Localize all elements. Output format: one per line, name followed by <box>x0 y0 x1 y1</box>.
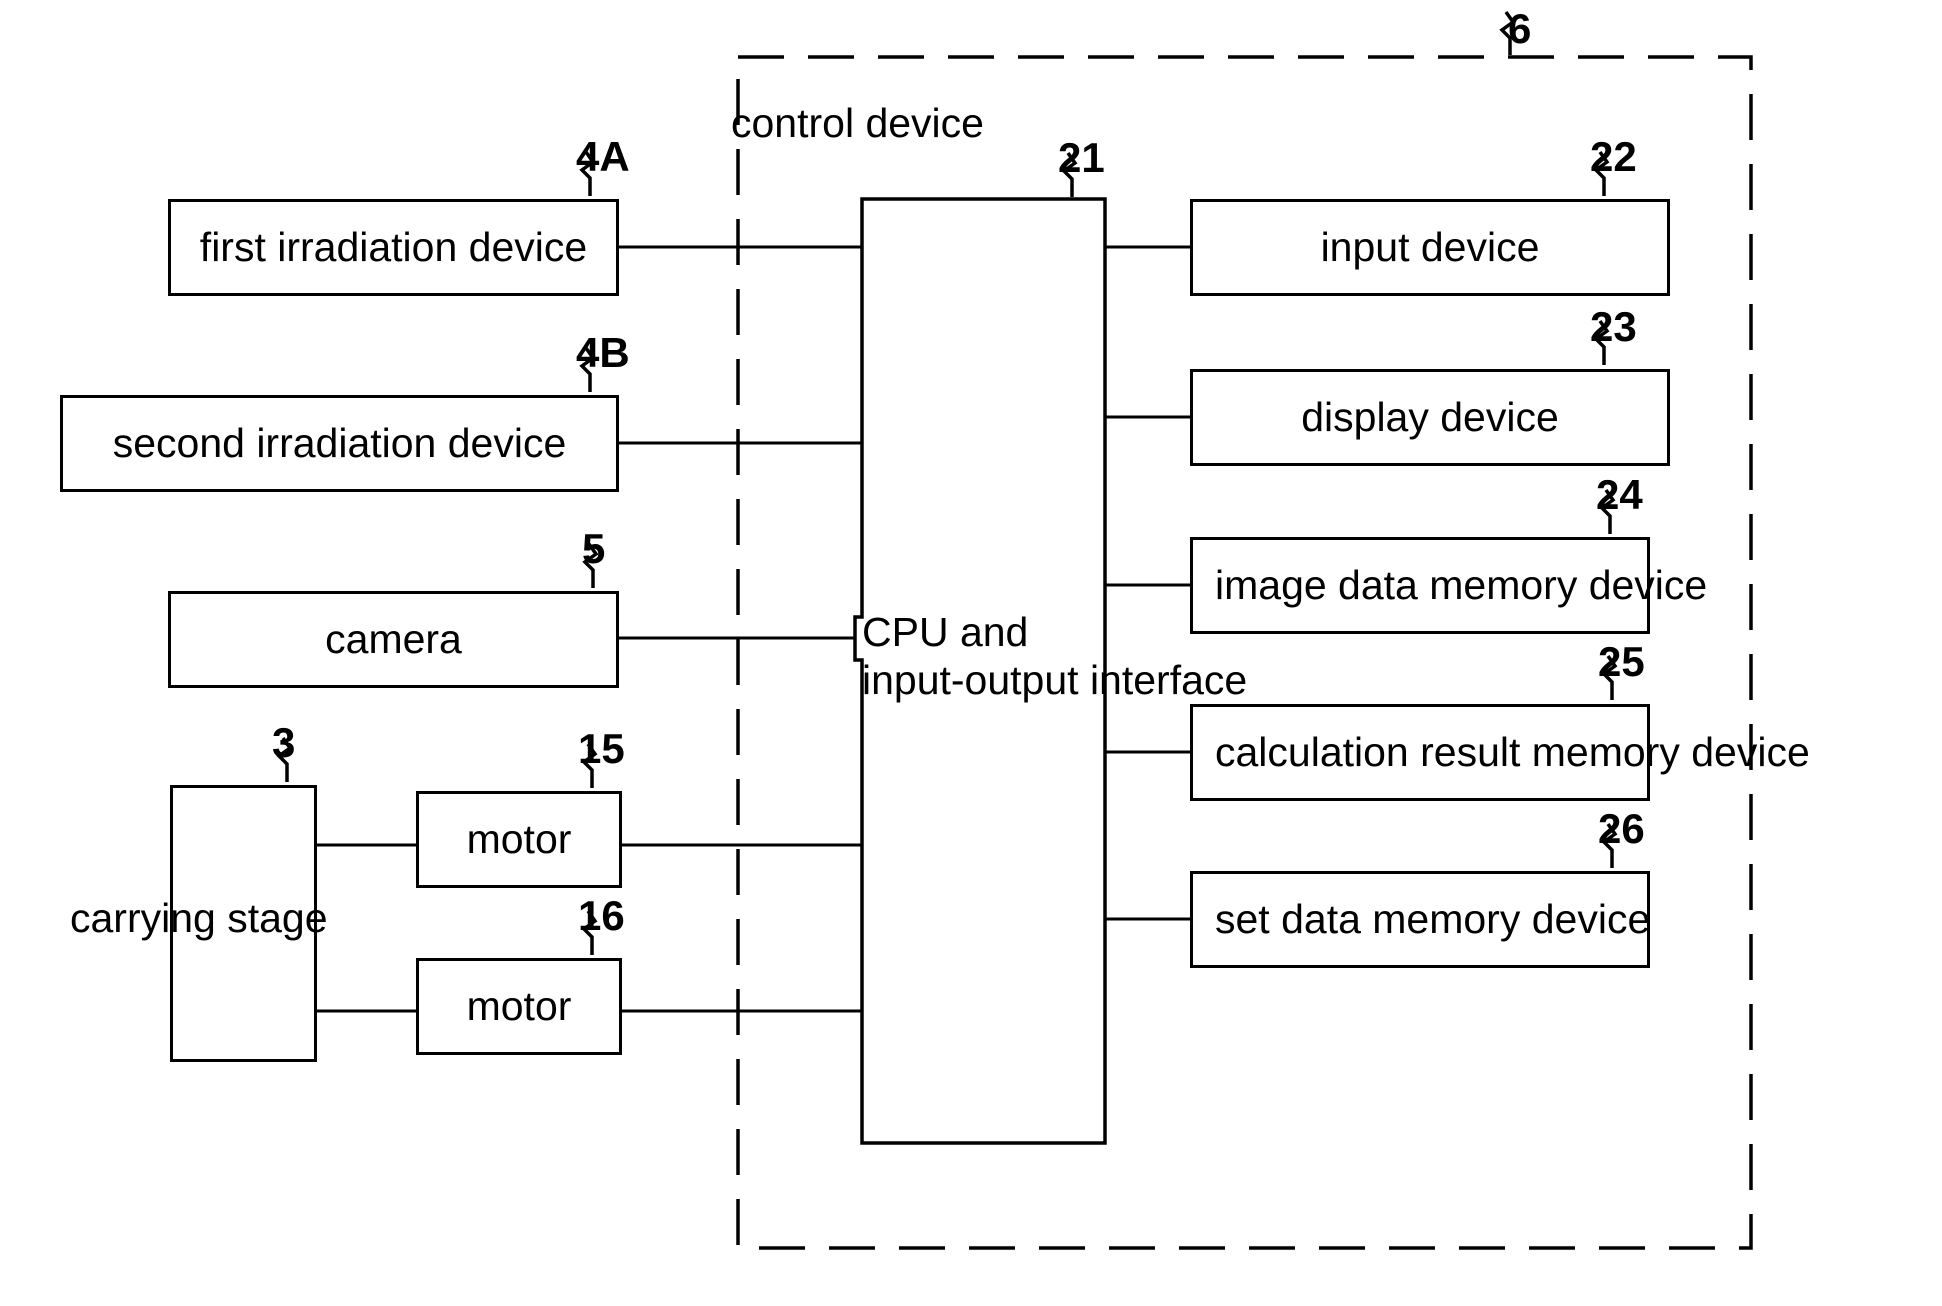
block-second-irradiation-device[interactable]: second irradiation device <box>60 395 619 492</box>
control-device-label: control device <box>731 100 984 146</box>
refnum-6: 6 <box>1508 5 1532 52</box>
block-set-data-memory-device-label: set data memory device <box>1215 896 1651 942</box>
block-camera-label: camera <box>325 616 462 662</box>
block-second-irradiation-device-label: second irradiation device <box>112 420 567 466</box>
refnum-26: 26 <box>1598 805 1645 852</box>
block-image-data-memory-device[interactable]: image data memory device <box>1190 537 1707 634</box>
block-camera[interactable]: camera <box>168 591 619 688</box>
refnum-16: 16 <box>578 892 625 939</box>
cpu-line-2: input-output interface <box>862 657 1248 704</box>
block-input-device-label: input device <box>1320 224 1540 270</box>
block-set-data-memory-device[interactable]: set data memory device <box>1190 871 1650 968</box>
block-motor-16-label: motor <box>466 983 572 1029</box>
block-display-device-label: display device <box>1301 394 1559 440</box>
block-first-irradiation-device[interactable]: first irradiation device <box>168 199 619 296</box>
refnum-24: 24 <box>1596 471 1643 518</box>
refnum-4B: 4B <box>576 329 630 376</box>
block-carrying-stage-label: carrying stage <box>70 895 328 941</box>
refnum-15: 15 <box>578 725 625 772</box>
refnum-4A: 4A <box>576 133 630 180</box>
block-motor-15[interactable]: motor <box>416 791 622 888</box>
block-input-device[interactable]: input device <box>1190 199 1670 296</box>
refnum-3: 3 <box>272 719 296 766</box>
block-calculation-result-memory-device[interactable]: calculation result memory device <box>1190 704 1810 801</box>
block-calculation-result-memory-device-label: calculation result memory device <box>1215 729 1810 775</box>
block-display-device[interactable]: display device <box>1190 369 1670 466</box>
block-motor-15-label: motor <box>466 816 572 862</box>
refnum-21: 21 <box>1058 134 1105 181</box>
block-first-irradiation-device-label: first irradiation device <box>199 224 588 270</box>
refnum-22: 22 <box>1590 133 1637 180</box>
refnum-5: 5 <box>582 525 606 572</box>
refnum-25: 25 <box>1598 638 1645 685</box>
refnum-23: 23 <box>1590 303 1637 350</box>
patent-figure-canvas: control device 6 first irradiation devic… <box>0 0 1942 1306</box>
block-motor-16[interactable]: motor <box>416 958 622 1055</box>
block-image-data-memory-device-label: image data memory device <box>1215 562 1708 608</box>
